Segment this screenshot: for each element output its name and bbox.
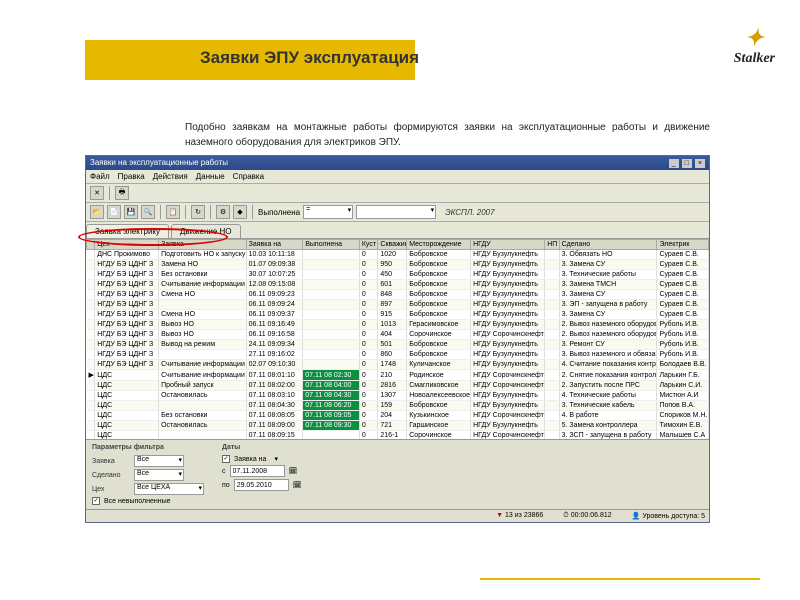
menu-item[interactable]: Данные: [196, 172, 225, 181]
fp-ceh-lbl: Цех: [92, 486, 130, 493]
fp-params-caption: Параметры фильтра: [92, 444, 204, 451]
col-header[interactable]: [87, 240, 95, 250]
description: Подобно заявкам на монтажные работы форм…: [185, 120, 710, 150]
fp-date-lbl: Заявка на: [234, 456, 266, 463]
status-access: Уровень доступа: 5: [632, 512, 705, 520]
table-row[interactable]: ЦДС07.11 08:09:150216-1СорочинскоеНГДУ С…: [87, 431, 709, 440]
tb-field-label: Выполнена: [258, 208, 300, 217]
filter-panel: Параметры фильтра Заявка Все Сделано Все Ц…: [86, 439, 709, 509]
tb-period-label: ЭКСПЛ. 2007: [445, 208, 494, 217]
table-row[interactable]: ЦДСПробный запуск07.11 08:02:0007.11 08 …: [87, 381, 709, 391]
tb-open-icon[interactable]: 📂: [90, 205, 104, 219]
fp-nevip-cb[interactable]: ✓: [92, 497, 100, 505]
fp-sdelano-sel[interactable]: Все: [134, 469, 184, 481]
tb-diamond-icon[interactable]: ◆: [233, 205, 247, 219]
fp-nevip-lbl: Все невыполненные: [104, 498, 171, 505]
table-row[interactable]: НГДУ БЭ ЦДНГ З27.11 09:16:020860Бобровск…: [87, 350, 709, 360]
page-title: Заявки ЭПУ эксплуатация: [200, 48, 419, 68]
table-row[interactable]: НГДУ БЭ ЦДНГ ЗСчитывание информации12.08…: [87, 280, 709, 290]
fp-ceh-sel[interactable]: Все ЦЕХА: [134, 483, 204, 495]
fp-sdelano-lbl: Сделано: [92, 472, 130, 479]
footer-accent: [480, 578, 760, 580]
table-row[interactable]: НГДУ БЭ ЦДНГ ЗСчитывание информации02.07…: [87, 360, 709, 370]
table-row[interactable]: НГДУ БЭ ЦДНГ З06.11 09:09:240897Бобровск…: [87, 300, 709, 310]
col-header[interactable]: Цех: [95, 240, 159, 250]
table-row[interactable]: НГДУ БЭ ЦДНГ ЗСмена НО06.11 09:09:230848…: [87, 290, 709, 300]
tab-electrician[interactable]: Заявка электрику: [86, 224, 169, 238]
tab-no-movement[interactable]: Движение НО: [171, 224, 241, 238]
col-header[interactable]: НГДУ: [471, 240, 545, 250]
tb-refresh-icon[interactable]: ↻: [191, 205, 205, 219]
min-button[interactable]: _: [669, 159, 679, 168]
tb-doc-icon[interactable]: 📄: [107, 205, 121, 219]
fp-date-to[interactable]: [234, 479, 289, 491]
applications-table[interactable]: ЦехЗаявкаЗаявка наВыполненаКустСкважинаМ…: [86, 239, 709, 439]
col-header[interactable]: Электрик: [657, 240, 709, 250]
tb-save-icon[interactable]: 💾: [124, 205, 138, 219]
col-header[interactable]: Заявка: [159, 240, 247, 250]
table-row[interactable]: ЦДСОстановилась07.11 08:09:0007.11 08 09…: [87, 421, 709, 431]
col-header[interactable]: Заявка на: [246, 240, 303, 250]
close-button[interactable]: ×: [695, 159, 705, 168]
menu-item[interactable]: Правка: [118, 172, 145, 181]
col-header[interactable]: Куст: [359, 240, 378, 250]
menu-item[interactable]: Действия: [153, 172, 188, 181]
col-header[interactable]: Выполнена: [303, 240, 360, 250]
fp-date-cb[interactable]: ✓: [222, 455, 230, 463]
menu-bar: Файл Правка Действия Данные Справка: [86, 170, 709, 184]
col-header[interactable]: НП: [545, 240, 559, 250]
max-button[interactable]: □: [682, 159, 692, 168]
tb-find-icon[interactable]: 🔍: [141, 205, 155, 219]
table-row[interactable]: НГДУ БЭ ЦДНГ ЗБез остановки30.07 10:07:2…: [87, 270, 709, 280]
table-row[interactable]: ЦДС07.11 08:04:3007.11 08 06:200159Бобро…: [87, 401, 709, 411]
menu-item[interactable]: Файл: [90, 172, 110, 181]
table-row[interactable]: НГДУ БЭ ЦДНГ ЗВывоз НО06.11 09:16:490101…: [87, 320, 709, 330]
tb-list-icon[interactable]: 📋: [166, 205, 180, 219]
table-row[interactable]: ЦДСОстановилась07.11 08:03:1007.11 08 04…: [87, 391, 709, 401]
table-row[interactable]: НГДУ БЭ ЦДНГ ЗВывоз НО06.11 09:16:580404…: [87, 330, 709, 340]
status-count: 13 из 23866: [496, 512, 543, 520]
table-row[interactable]: ДНС ПрокимовоПодготовить НО к запуску10.…: [87, 250, 709, 260]
app-window: Заявки на эксплуатационные работы _ □ × …: [85, 155, 710, 523]
fp-date-from[interactable]: [230, 465, 285, 477]
fp-s-lbl: с: [222, 468, 226, 475]
tb-value-input[interactable]: [356, 205, 436, 219]
status-bar: 13 из 23866 00:00:06.812 Уровень доступа…: [86, 509, 709, 522]
col-header[interactable]: Месторождение: [407, 240, 471, 250]
fp-po-lbl: по: [222, 482, 230, 489]
table-row[interactable]: НГДУ БЭ ЦДНГ ЗЗамена НО01.07 09:09:38095…: [87, 260, 709, 270]
fp-dates-caption: Даты: [222, 444, 302, 451]
table-row[interactable]: ▶ЦДССчитывание информации07.11 08:01:100…: [87, 370, 709, 381]
tb-gear-icon[interactable]: ⚙: [216, 205, 230, 219]
table-row[interactable]: ЦДСБез остановки07.11 08:08:0507.11 08 0…: [87, 411, 709, 421]
col-header[interactable]: Скважина: [378, 240, 407, 250]
fp-zayavka-sel[interactable]: Все: [134, 455, 184, 467]
tb-print-icon[interactable]: 🖶: [115, 186, 129, 200]
status-time: 00:00:06.812: [563, 512, 611, 520]
fp-zayavka-lbl: Заявка: [92, 458, 130, 465]
col-header[interactable]: Сделано: [559, 240, 657, 250]
menu-item[interactable]: Справка: [233, 172, 264, 181]
logo: Stalker: [734, 25, 775, 67]
window-title: Заявки на эксплуатационные работы: [90, 158, 228, 168]
tb-close-icon[interactable]: ✕: [90, 186, 104, 200]
toolbar-2: 📂 📄 💾 🔍 📋 ↻ ⚙ ◆ Выполнена = ЭКСПЛ. 2007: [86, 203, 709, 222]
tb-cmp-select[interactable]: =: [303, 205, 353, 219]
table-row[interactable]: НГДУ БЭ ЦДНГ ЗВывод на режим24.11 09:09:…: [87, 340, 709, 350]
table-row[interactable]: НГДУ БЭ ЦДНГ ЗСмена НО06.11 09:09:370915…: [87, 310, 709, 320]
toolbar-1: ✕ 🖶: [86, 184, 709, 203]
